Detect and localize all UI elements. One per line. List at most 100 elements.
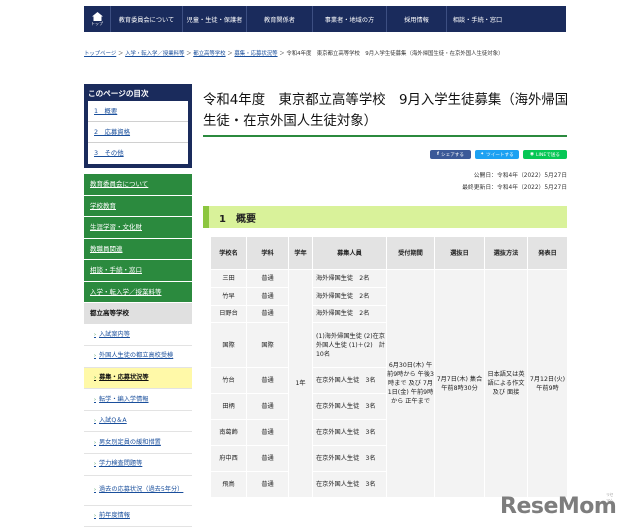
cell-course: 普通	[246, 286, 289, 306]
nav-item-business[interactable]: 事業者・地域の方	[312, 6, 386, 32]
cell-course: 普通	[246, 419, 289, 447]
cell-quota: (1)海外帰国生徒 (2)在京外国人生徒 (1)＋(2) 計10名	[312, 322, 387, 369]
home-icon	[91, 12, 103, 21]
cell-announce: 7月12日(火) 午前9時	[527, 268, 568, 499]
sub-item-faq[interactable]: › 入試Q＆A	[84, 410, 192, 433]
cell-grade: 1年	[288, 268, 313, 499]
cell-school: 田柄	[210, 393, 247, 421]
toc-title: このページの目次	[88, 89, 149, 98]
header-selection-method: 選抜方法	[484, 236, 528, 270]
home-link[interactable]: トップ	[84, 6, 110, 32]
breadcrumb-recruitment[interactable]: 募集・応募状況等	[234, 51, 277, 57]
breadcrumb: トップページ ＞ 入学・転入学／授業料等 ＞ 都立高等学校 ＞ 募集・応募状況等…	[84, 51, 504, 57]
line-icon: ◉	[529, 152, 534, 157]
menu-item-lifelong[interactable]: 生涯学習・文化財	[84, 217, 192, 239]
sub-item-recruitment[interactable]: › 募集・応募状況等	[84, 367, 192, 390]
nav-item-educators[interactable]: 教育関係者	[246, 6, 312, 32]
cell-course: 国際	[246, 322, 289, 369]
sub-item-gender-quota[interactable]: › 男女別定員の緩和措置	[84, 432, 192, 455]
cell-school: 国際	[210, 322, 247, 369]
menu-item-staff[interactable]: 教職員関連	[84, 238, 192, 260]
title-divider	[203, 135, 567, 137]
global-nav: トップ 教育委員会について 児童・生徒・保護者 教育関係者 事業者・地域の方 採…	[84, 6, 566, 32]
cell-quota: 海外帰国生徒 2名	[312, 304, 387, 324]
header-course: 学科	[246, 236, 289, 270]
cell-school: 竹早	[210, 286, 247, 306]
toc-item-other[interactable]: 3 その他	[88, 143, 188, 164]
header-quota: 募集人員	[312, 236, 387, 270]
twitter-share-button[interactable]: ✦ ツイートする	[475, 150, 519, 159]
menu-item-board[interactable]: 教育委員会について	[84, 174, 192, 196]
cell-course: 普通	[246, 269, 289, 288]
toc-item-overview[interactable]: 1 概要	[88, 101, 188, 122]
cell-course: 普通	[246, 393, 289, 421]
chevron-right-icon: ›	[94, 396, 96, 403]
header-grade: 学年	[288, 236, 313, 270]
chevron-right-icon: ›	[94, 374, 97, 381]
twitter-icon: ✦	[480, 152, 485, 157]
breadcrumb-high-school[interactable]: 都立高等学校	[193, 51, 225, 57]
facebook-icon: f	[437, 152, 439, 157]
cell-quota: 海外帰国生徒 2名	[312, 269, 387, 288]
line-share-button[interactable]: ◉ LINEで送る	[523, 150, 567, 159]
nav-item-board[interactable]: 教育委員会について	[110, 6, 182, 32]
cell-course: 普通	[246, 445, 289, 473]
published-date: 公開日：令和4年（2022）5月27日	[473, 173, 567, 179]
recruitment-table: 学校名 学科 学年 募集人員 受付期間 選抜日 選抜方法 発表日 三田 普通 1…	[210, 236, 568, 499]
sub-item-transfer[interactable]: › 転学・編入学情報	[84, 389, 192, 411]
header-selection-date: 選抜日	[434, 236, 485, 270]
cell-quota: 在京外国人生徒 3名	[312, 471, 387, 499]
cell-school: 飛鳥	[210, 471, 247, 499]
sub-item-foreign-students[interactable]: › 外国人生徒の都立高校受検	[84, 346, 192, 368]
section-heading-overview: 1 概要	[203, 206, 567, 228]
cell-course: 普通	[246, 304, 289, 324]
side-menu: 教育委員会について 学校教育 生涯学習・文化財 教職員関連 相談・手続・窓口 入…	[84, 174, 192, 528]
page-title: 令和4年度 東京都立高等学校 9月入学生徒募集（海外帰国生徒・在京外国人生徒対象…	[203, 93, 569, 129]
sub-item-past-status[interactable]: › 過去の応募状況（過去5年分）	[84, 475, 192, 506]
menu-item-high-school[interactable]: 都立高等学校	[84, 303, 192, 325]
sub-item-previous-year[interactable]: › 前年度情報	[84, 505, 192, 528]
cell-quota: 在京外国人生徒 3名	[312, 445, 387, 473]
table-header-row: 学校名 学科 学年 募集人員 受付期間 選抜日 選抜方法 発表日	[210, 236, 568, 270]
cell-school: 竹台	[210, 367, 247, 395]
table-row: 三田 普通 1年 海外帰国生徒 2名 6月30日(木) 午前9時から 午後3時ま…	[210, 268, 568, 499]
menu-item-consult[interactable]: 相談・手続・窓口	[84, 260, 192, 282]
breadcrumb-current: 令和4年度 東京都立高等学校 9月入学生徒募集（海外帰国生徒・在京外国人生徒対象…	[286, 51, 504, 57]
sub-item-exam-guide[interactable]: › 入試案内等	[84, 324, 192, 347]
updated-date: 最終更新日：令和4年（2022）5月27日	[462, 185, 567, 191]
header-announce: 発表日	[527, 236, 568, 270]
header-reception: 受付期間	[386, 236, 435, 270]
cell-quota: 在京外国人生徒 3名	[312, 367, 387, 395]
cell-school: 南葛飾	[210, 419, 247, 447]
cell-school: 三田	[210, 269, 247, 288]
chevron-right-icon: ›	[94, 439, 96, 446]
resemom-watermark: ReseMom リセマム	[500, 492, 617, 519]
chevron-right-icon: ›	[94, 487, 96, 494]
page-dates: 公開日：令和4年（2022）5月27日 最終更新日：令和4年（2022）5月27…	[400, 170, 567, 194]
cell-quota: 在京外国人生徒 3名	[312, 419, 387, 447]
cell-selection-date: 7月7日(木) 集合 午前8時30分	[434, 268, 485, 499]
breadcrumb-admission[interactable]: 入学・転入学／授業料等	[125, 51, 184, 57]
cell-quota: 海外帰国生徒 2名	[312, 286, 387, 306]
menu-item-school-education[interactable]: 学校教育	[84, 195, 192, 217]
cell-school: 日野台	[210, 304, 247, 324]
cell-course: 普通	[246, 471, 289, 499]
chevron-right-icon: ›	[94, 353, 96, 360]
nav-item-recruit[interactable]: 採用情報	[386, 6, 446, 32]
nav-item-students[interactable]: 児童・生徒・保護者	[182, 6, 246, 32]
menu-item-admission[interactable]: 入学・転入学／授業料等	[84, 281, 192, 303]
cell-quota: 在京外国人生徒 3名	[312, 393, 387, 421]
chevron-right-icon: ›	[94, 461, 96, 468]
cell-course: 普通	[246, 367, 289, 395]
page-toc: このページの目次 1 概要 2 応募資格 3 その他	[84, 84, 192, 168]
cell-reception: 6月30日(木) 午前9時から 午後3時まで 及び 7月1日(金) 午前9時から…	[386, 268, 435, 499]
nav-item-consult[interactable]: 相談・手続・窓口	[446, 6, 508, 32]
cell-selection-method: 日本語又は英語による作文 及び 面接	[484, 268, 528, 499]
cell-school: 府中西	[210, 445, 247, 473]
toc-item-eligibility[interactable]: 2 応募資格	[88, 122, 188, 143]
breadcrumb-top[interactable]: トップページ	[84, 51, 116, 57]
sub-item-exam-problems[interactable]: › 学力検査問題等	[84, 454, 192, 476]
home-label: トップ	[91, 21, 103, 26]
facebook-share-button[interactable]: f シェアする	[430, 150, 471, 159]
chevron-right-icon: ›	[94, 512, 96, 519]
